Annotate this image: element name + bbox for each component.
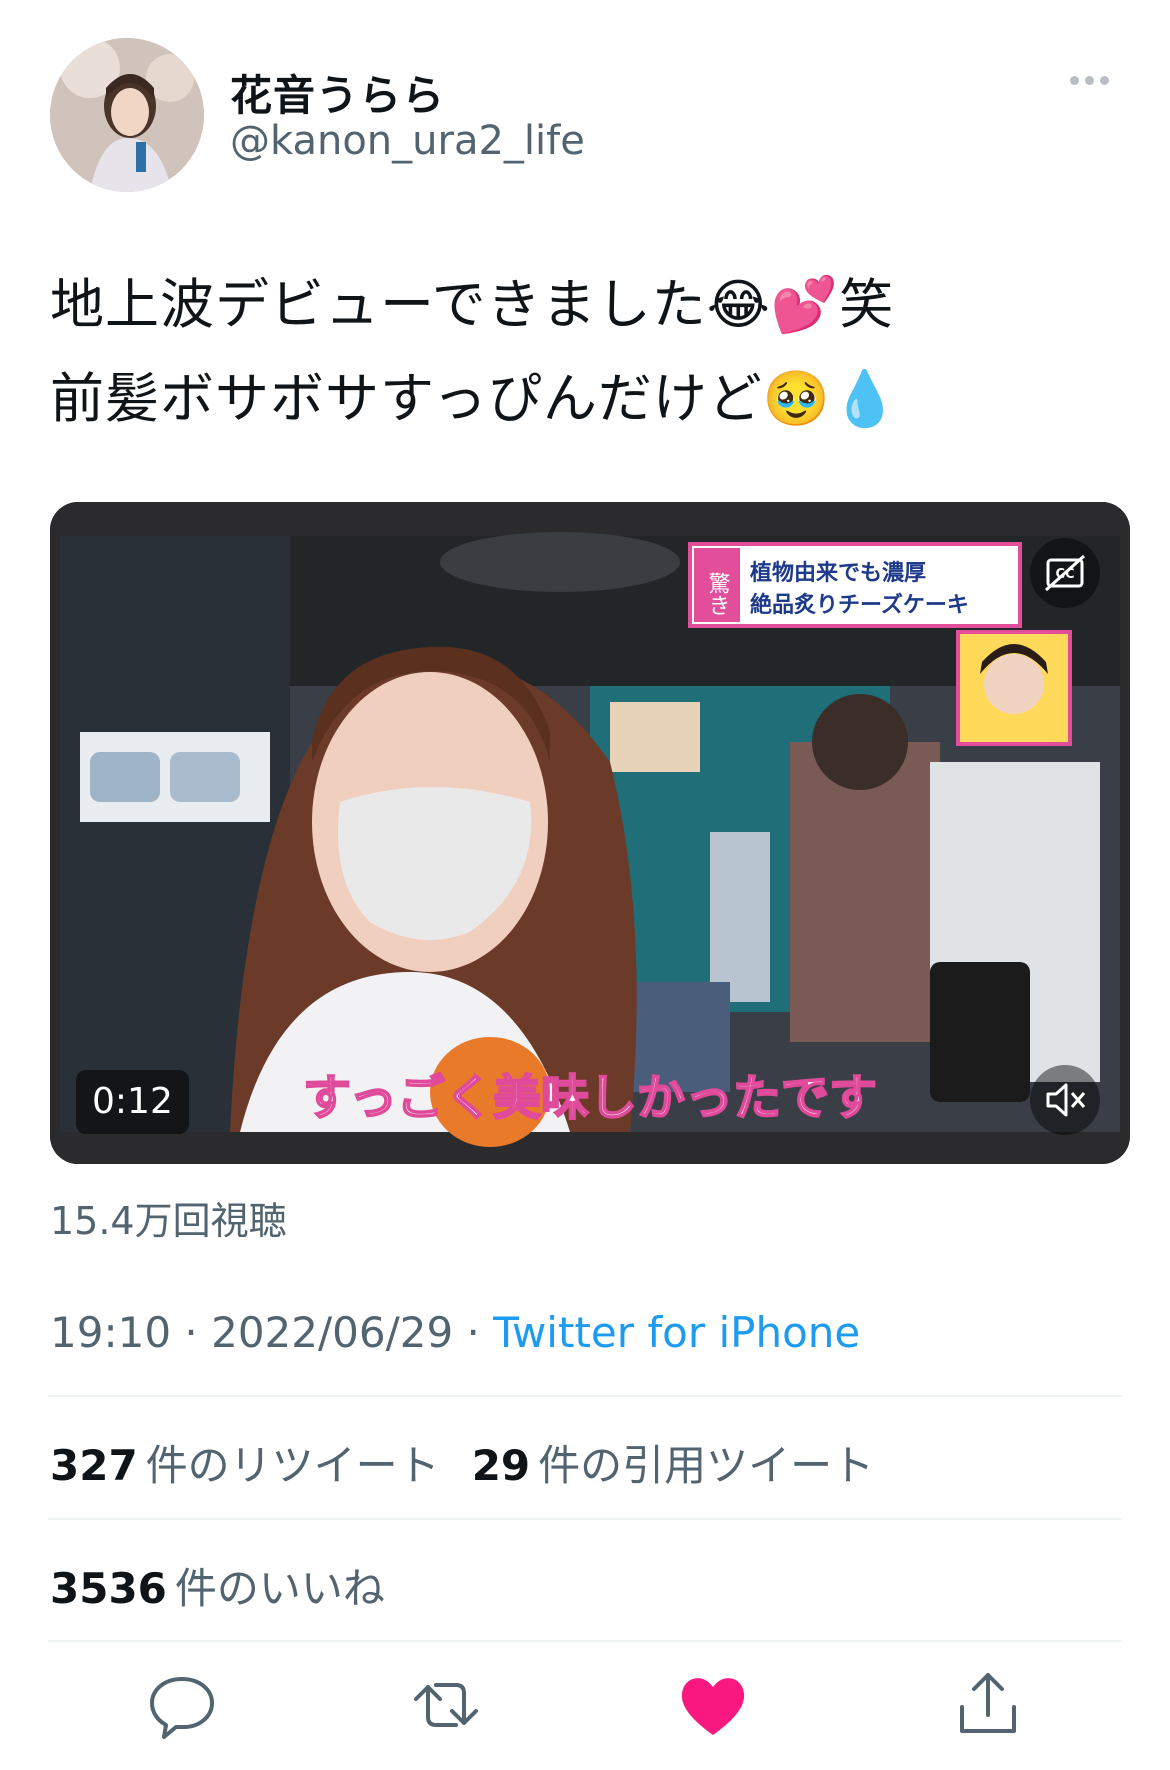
share-stats-row: 327 件のリツイート 29 件の引用ツイート	[50, 1432, 874, 1493]
heart-icon[interactable]	[673, 1665, 753, 1745]
video-caption: すっごく美味しかったです	[303, 1070, 877, 1126]
likes-count: 3536	[50, 1564, 167, 1613]
retweet-icon[interactable]	[406, 1665, 486, 1745]
cc-icon[interactable]: CC	[1030, 538, 1100, 608]
likes-stat[interactable]: 3536 件のいいね	[50, 1555, 385, 1616]
more-icon[interactable]	[1070, 70, 1130, 100]
video-timecode: 0:12	[76, 1070, 189, 1134]
user-handle[interactable]: @kanon_ura2_life	[230, 118, 585, 164]
likes-label: 件のいいね	[174, 1564, 385, 1613]
divider	[48, 1640, 1122, 1642]
mute-icon[interactable]	[1030, 1065, 1100, 1135]
tweet-text-line: 前髪ボサボサすっぴんだけど🥹💧	[50, 367, 900, 430]
display-name[interactable]: 花音うらら	[230, 62, 445, 123]
quotes-label: 件の引用ツイート	[538, 1441, 875, 1490]
quotes-stat[interactable]: 29 件の引用ツイート	[472, 1432, 874, 1493]
tweet-text-line: 地上波デビューできました😂💕笑	[50, 273, 895, 336]
likes-stats-row: 3536 件のいいね	[50, 1555, 385, 1616]
reply-icon[interactable]	[142, 1665, 222, 1745]
video-banner-line1: 植物由来でも濃厚	[750, 560, 926, 586]
tweet-time: 19:10	[50, 1308, 172, 1357]
retweets-stat[interactable]: 327 件のリツイート	[50, 1432, 440, 1493]
tweet-source-link[interactable]: Twitter for iPhone	[493, 1308, 860, 1357]
share-icon[interactable]	[948, 1665, 1028, 1745]
video-banner-tag: 驚き	[705, 572, 731, 616]
video-banner-line2: 絶品炙りチーズケーキ	[750, 592, 969, 618]
tweet-date: 2022/06/29	[211, 1308, 454, 1357]
retweets-label: 件のリツイート	[145, 1441, 440, 1490]
divider	[48, 1518, 1122, 1520]
avatar[interactable]	[50, 38, 204, 192]
tweet-text: 地上波デビューできました😂💕笑 前髪ボサボサすっぴんだけど🥹💧	[50, 258, 1120, 446]
video-player[interactable]: 驚き 植物由来でも濃厚 絶品炙りチーズケーキ すっごく美味しかったです	[50, 502, 1130, 1164]
divider	[48, 1395, 1122, 1397]
retweets-count: 327	[50, 1441, 138, 1490]
meta-separator: ·	[171, 1308, 212, 1357]
quotes-count: 29	[471, 1441, 531, 1490]
view-count: 15.4万回視聴	[50, 1199, 287, 1243]
tweet-meta: 19:10 · 2022/06/29 · Twitter for iPhone	[50, 1308, 860, 1357]
meta-separator: ·	[453, 1308, 494, 1357]
